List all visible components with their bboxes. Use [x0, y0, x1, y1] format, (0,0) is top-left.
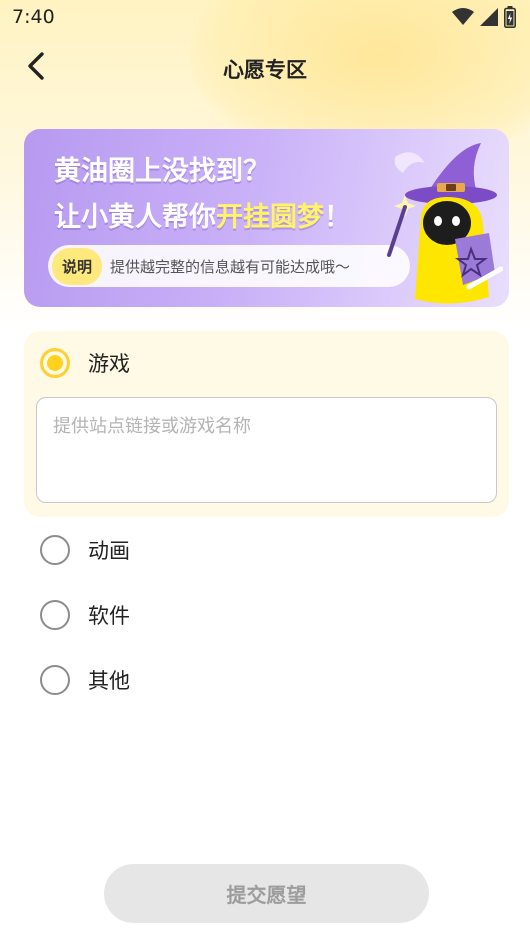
option-label: 软件: [88, 603, 130, 628]
radio-animation[interactable]: [40, 534, 70, 565]
note-text: 提供越完整的信息越有可能达成哦～: [110, 257, 351, 276]
navigation-bar: 心愿专区: [0, 40, 530, 96]
banner-subheadline-prefix: 让小黄人帮你: [54, 202, 216, 233]
option-animation[interactable]: 动画: [24, 517, 509, 582]
banner-highlight-text: 开挂圆梦: [216, 202, 324, 233]
selected-option-card: 游戏: [24, 331, 509, 517]
game-info-input[interactable]: [36, 397, 497, 503]
mascot-illustration: [385, 137, 504, 305]
option-other[interactable]: 其他: [24, 647, 509, 712]
category-options: 游戏 动画 软件 其他: [24, 331, 509, 712]
radio-other[interactable]: [40, 664, 70, 695]
status-icons: [452, 6, 516, 32]
signal-icon: [480, 8, 498, 30]
radio-software[interactable]: [40, 599, 70, 630]
option-label: 游戏: [88, 352, 130, 376]
battery-icon: [504, 6, 516, 32]
radio-game-selected[interactable]: [40, 348, 70, 378]
banner-subheadline-suffix: ！: [324, 202, 351, 233]
page-title: 心愿专区: [223, 58, 307, 82]
note-tag: 说明: [52, 247, 103, 285]
submit-wish-button[interactable]: 提交愿望: [104, 864, 429, 923]
wish-zone-screen: 7:40 心愿专区 黄油圈上没找到？ 让小黄人帮你开挂圆梦！ 说明 提供越完整的…: [0, 0, 530, 944]
option-software[interactable]: 软件: [24, 582, 509, 647]
option-label: 动画: [88, 538, 130, 563]
status-bar: 7:40: [0, 0, 530, 34]
wish-banner: 黄油圈上没找到？ 让小黄人帮你开挂圆梦！ 说明 提供越完整的信息越有可能达成哦～: [24, 129, 509, 307]
option-label: 其他: [88, 668, 130, 693]
banner-note: 说明 提供越完整的信息越有可能达成哦～: [48, 245, 410, 287]
banner-headline: 黄油圈上没找到？: [54, 156, 270, 187]
banner-subheadline: 让小黄人帮你开挂圆梦！: [54, 195, 351, 234]
wifi-icon: [452, 8, 474, 30]
status-time: 7:40: [12, 6, 55, 28]
option-game[interactable]: 游戏: [24, 331, 509, 395]
